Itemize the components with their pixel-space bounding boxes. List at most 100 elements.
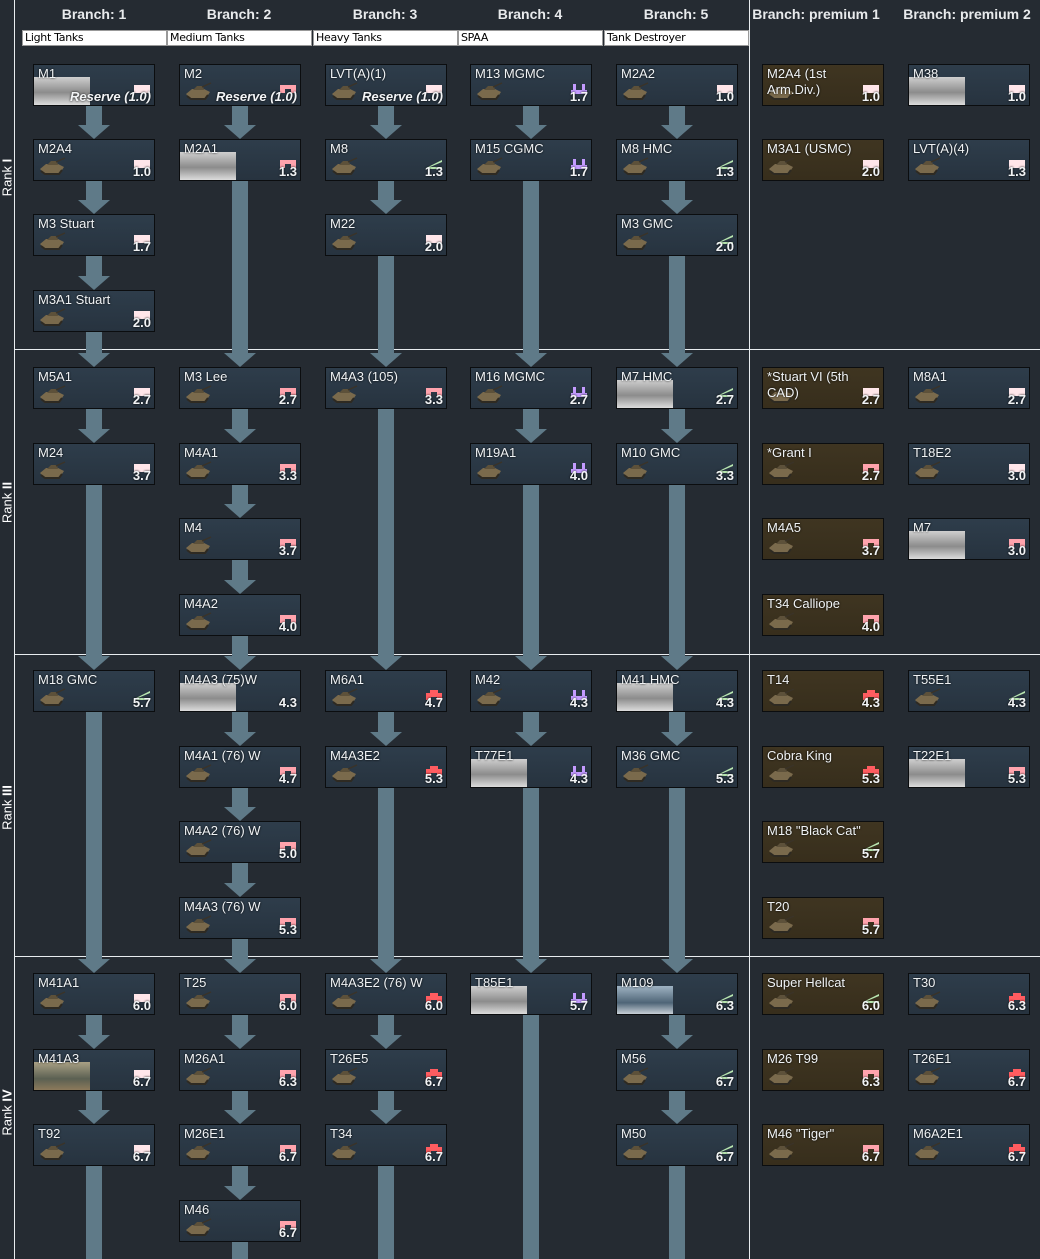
vehicle-card[interactable]: M26A1 6.3 <box>179 1049 301 1091</box>
vehicle-card[interactable]: M24 3.7 <box>33 443 155 485</box>
vehicle-name: M6A1 <box>330 672 364 687</box>
vehicle-card[interactable]: T14 4.3 <box>762 670 884 712</box>
vehicle-card[interactable]: M50 6.7 <box>616 1124 738 1166</box>
vehicle-card[interactable]: M22 2.0 <box>325 214 447 256</box>
vehicle-name: T85E1 <box>475 975 514 990</box>
vehicle-card[interactable]: M2A1 1.3 <box>179 139 301 181</box>
connector-line <box>669 106 685 125</box>
vehicle-card[interactable]: T55E1 4.3 <box>908 670 1030 712</box>
vehicle-card[interactable]: M109 6.3 <box>616 973 738 1015</box>
vehicle-card[interactable]: M3 Lee 2.7 <box>179 367 301 409</box>
vehicle-card[interactable]: M4A2 (76) W 5.0 <box>179 821 301 863</box>
vehicle-card[interactable]: M3 Stuart 1.7 <box>33 214 155 256</box>
vehicle-name: T34 <box>330 1126 353 1141</box>
vehicle-card[interactable]: T25 6.0 <box>179 973 301 1015</box>
vehicle-card[interactable]: *Grant I 2.7 <box>762 443 884 485</box>
battle-rating: 4.3 <box>861 695 880 710</box>
vehicle-card[interactable]: T77E1 4.3 <box>470 746 592 788</box>
vehicle-card[interactable]: M4A5 3.7 <box>762 518 884 560</box>
connector-arrow <box>661 353 693 367</box>
vehicle-card[interactable]: M8 1.3 <box>325 139 447 181</box>
vehicle-card[interactable]: M3A1 Stuart 2.0 <box>33 290 155 332</box>
battle-rating: 6.7 <box>1007 1074 1026 1089</box>
vehicle-card[interactable]: T34 Calliope 4.0 <box>762 594 884 636</box>
vehicle-card[interactable]: M42 4.3 <box>470 670 592 712</box>
vehicle-card[interactable]: T26E1 6.7 <box>908 1049 1030 1091</box>
vehicle-card[interactable]: M3 GMC 2.0 <box>616 214 738 256</box>
vehicle-card[interactable]: M26E1 6.7 <box>179 1124 301 1166</box>
vehicle-card[interactable]: M10 GMC 3.3 <box>616 443 738 485</box>
vehicle-card[interactable]: M4A3E2 5.3 <box>325 746 447 788</box>
vehicle-card[interactable]: M4A3 (105) 3.3 <box>325 367 447 409</box>
connector-line <box>232 636 248 656</box>
vehicle-card[interactable]: M7 3.0 <box>908 518 1030 560</box>
vehicle-card[interactable]: M8A1 2.7 <box>908 367 1030 409</box>
vehicle-card[interactable]: M4A3 (75)W 4.3 <box>179 670 301 712</box>
vehicle-card[interactable]: M26 T99 6.3 <box>762 1049 884 1091</box>
vehicle-icon <box>38 687 66 707</box>
vehicle-card[interactable]: M5A1 2.7 <box>33 367 155 409</box>
vehicle-card[interactable]: Super Hellcat 6.0 <box>762 973 884 1015</box>
vehicle-card[interactable]: T26E5 6.7 <box>325 1049 447 1091</box>
vehicle-card[interactable]: T18E2 3.0 <box>908 443 1030 485</box>
vehicle-card[interactable]: M15 CGMC 1.7 <box>470 139 592 181</box>
vehicle-card[interactable]: M6A2E1 6.7 <box>908 1124 1030 1166</box>
connector-line <box>378 106 394 125</box>
vehicle-card[interactable]: M3A1 (USMC) 2.0 <box>762 139 884 181</box>
vehicle-card[interactable]: M2 Reserve (1.0) <box>179 64 301 106</box>
vehicle-card[interactable]: M1 Reserve (1.0) <box>33 64 155 106</box>
vehicle-card[interactable]: M56 6.7 <box>616 1049 738 1091</box>
branch-filter-2[interactable]: Medium Tanks <box>167 30 312 46</box>
connector-line <box>523 712 539 732</box>
branch-filter-1[interactable]: Light Tanks <box>22 30 167 46</box>
vehicle-name: M18 "Black Cat" <box>767 823 861 838</box>
vehicle-card[interactable]: M4A1 (76) W 4.7 <box>179 746 301 788</box>
vehicle-card[interactable]: M8 HMC 1.3 <box>616 139 738 181</box>
vehicle-name: T92 <box>38 1126 61 1141</box>
vehicle-card[interactable]: M2A4 (1st Arm.Div.) 1.0 <box>762 64 884 106</box>
vehicle-card[interactable]: LVT(A)(1) Reserve (1.0) <box>325 64 447 106</box>
battle-rating: 2.7 <box>132 392 151 407</box>
vehicle-card[interactable]: T30 6.3 <box>908 973 1030 1015</box>
branch-filter-3[interactable]: Heavy Tanks <box>313 30 458 46</box>
vehicle-card[interactable]: T22E1 5.3 <box>908 746 1030 788</box>
vehicle-card[interactable]: M38 1.0 <box>908 64 1030 106</box>
vehicle-card[interactable]: M36 GMC 5.3 <box>616 746 738 788</box>
vehicle-card[interactable]: M4A1 3.3 <box>179 443 301 485</box>
vehicle-card[interactable]: T85E1 5.7 <box>470 973 592 1015</box>
vehicle-card[interactable]: *Stuart VI (5th CAD) 2.7 <box>762 367 884 409</box>
battle-rating: 4.0 <box>278 619 297 634</box>
vehicle-card[interactable]: M6A1 4.7 <box>325 670 447 712</box>
vehicle-card[interactable]: M18 GMC 5.7 <box>33 670 155 712</box>
connector-line <box>86 256 102 276</box>
connector-line <box>669 256 685 353</box>
vehicle-card[interactable]: M4A3 (76) W 5.3 <box>179 897 301 939</box>
vehicle-card[interactable]: T92 6.7 <box>33 1124 155 1166</box>
vehicle-card[interactable]: M4 3.7 <box>179 518 301 560</box>
vehicle-card[interactable]: M4A3E2 (76) W 6.0 <box>325 973 447 1015</box>
vehicle-card[interactable]: M41 HMC 4.3 <box>616 670 738 712</box>
vehicle-card[interactable]: M2A2 1.0 <box>616 64 738 106</box>
vehicle-card[interactable]: M46 6.7 <box>179 1200 301 1242</box>
branch-filter-5[interactable]: Tank Destroyer <box>604 30 749 46</box>
vehicle-card[interactable]: M19A1 4.0 <box>470 443 592 485</box>
connector-arrow <box>224 125 256 139</box>
vehicle-card[interactable]: T34 6.7 <box>325 1124 447 1166</box>
vehicle-card[interactable]: M7 HMC 2.7 <box>616 367 738 409</box>
vehicle-card[interactable]: M18 "Black Cat" 5.7 <box>762 821 884 863</box>
vehicle-card[interactable]: M2A4 1.0 <box>33 139 155 181</box>
vehicle-card[interactable]: Cobra King 5.3 <box>762 746 884 788</box>
vehicle-card[interactable]: M41A3 6.7 <box>33 1049 155 1091</box>
vehicle-card[interactable]: T20 5.7 <box>762 897 884 939</box>
connector-arrow <box>224 580 256 594</box>
vehicle-card[interactable]: M13 MGMC 1.7 <box>470 64 592 106</box>
branch-filter-4[interactable]: SPAA <box>458 30 603 46</box>
connector-line <box>232 485 248 504</box>
vehicle-card[interactable]: M41A1 6.0 <box>33 973 155 1015</box>
vehicle-card[interactable]: M16 MGMC 2.7 <box>470 367 592 409</box>
vehicle-card[interactable]: M46 "Tiger" 6.7 <box>762 1124 884 1166</box>
vehicle-card[interactable]: LVT(A)(4) 1.3 <box>908 139 1030 181</box>
vehicle-name: M4A2 (76) W <box>184 823 261 838</box>
vehicle-card[interactable]: M4A2 4.0 <box>179 594 301 636</box>
battle-rating: 2.7 <box>861 392 880 407</box>
